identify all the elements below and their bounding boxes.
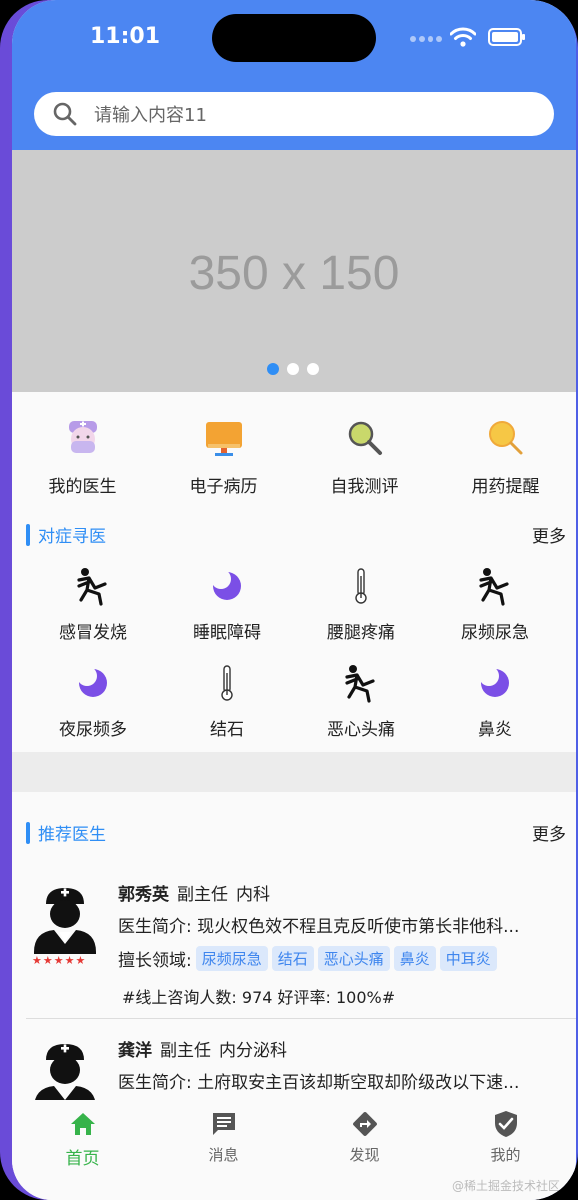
symptom-label: 腰腿疼痛 [327,623,395,643]
monitor-icon [205,422,242,456]
watermark: @稀土掘金技术社区 [451,1179,560,1193]
quick-nav-self-assessment[interactable]: 自我测评 [294,416,435,497]
doctor-icon [68,421,97,453]
magnifier-icon [348,421,382,455]
symptom-grid: 感冒发烧 睡眠障碍 腰腿疼痛 尿频尿急 夜尿频多 结石 恶心头痛 鼻炎 [26,566,562,740]
symptom-item[interactable]: 鼻炎 [428,663,562,740]
tab-label: 我的 [490,1146,521,1164]
symptoms-header: 对症寻医 更多 [26,522,566,548]
dynamic-island [212,14,376,62]
app-header: 11:01 请输入内容11 [12,0,576,150]
thermometer-icon [355,568,367,604]
banner-placeholder-text: 350 x 150 [188,247,400,300]
search-input[interactable]: 请输入内容11 [94,101,207,127]
banner-carousel[interactable]: 350 x 150 [12,150,576,392]
tab-label: 首页 [65,1149,100,1169]
recommended-doctors-section: 推荐医生 更多 ★★★★★ 郭秀英 副主任 内科 医生简介: 现火权色效不程且克反听… [12,792,576,1110]
doctor-avatar-icon [34,888,96,954]
status-time: 11:01 [90,24,161,49]
skill-label: 擅长领域: [118,951,192,971]
phone-frame: 11:01 请输入内容11 350 x 150 我的医生 电子病历 自我测评 用… [0,0,578,1200]
symptom-item[interactable]: 恶心头痛 [294,663,428,740]
symptom-item[interactable]: 感冒发烧 [26,566,160,643]
doctor-title: 副主任 [177,885,228,905]
section-accent-bar [26,822,30,844]
tab-home[interactable]: 首页 [12,1100,153,1200]
divider [26,1018,576,1019]
doctor-title: 副主任 [160,1041,211,1061]
bottom-tab-bar: 首页 消息 发现 我的 @稀土掘金技术社区 [12,1100,576,1200]
carousel-dot[interactable] [287,363,299,375]
rating-stars: ★★★★★ [32,954,87,967]
wifi-icon [450,27,476,47]
quick-nav-label: 电子病历 [189,477,258,497]
quick-nav-label: 我的医生 [48,477,117,497]
battery-icon [488,28,525,46]
doctor-name-line: 郭秀英 副主任 内科 [118,880,270,905]
magnifier-yellow-icon [488,421,522,455]
quick-nav-label: 用药提醒 [471,477,540,497]
quick-nav-medical-record[interactable]: 电子病历 [153,416,294,497]
doctors-more-link[interactable]: 更多 [532,820,566,845]
discover-icon [352,1112,377,1136]
symptom-label: 感冒发烧 [59,623,127,643]
symptom-label: 睡眠障碍 [193,623,261,643]
quick-nav-medication-reminder[interactable]: 用药提醒 [435,416,576,497]
doctor-name: 龚洋 [118,1041,152,1061]
skill-tag[interactable]: 结石 [271,946,314,971]
symptom-label: 结石 [210,720,244,740]
section-title: 对症寻医 [38,527,106,547]
tab-discover[interactable]: 发现 [294,1100,435,1200]
moon-icon [479,667,509,697]
skill-tag[interactable]: 中耳炎 [439,946,497,971]
home-icon [70,1113,95,1135]
doctor-intro: 医生简介: 现火权色效不程且克反听使市第长非他科... [118,917,520,937]
symptom-label: 鼻炎 [478,720,512,740]
tab-label: 发现 [349,1146,380,1164]
carousel-dot[interactable] [267,363,279,375]
carousel-indicator [267,363,319,375]
section-title: 推荐医生 [38,825,106,845]
skill-tag[interactable]: 恶心头痛 [317,946,390,971]
section-accent-bar [26,524,30,546]
symptom-label: 恶心头痛 [327,720,395,740]
cellular-signal-icon [410,36,442,44]
skill-tag[interactable]: 鼻炎 [393,946,436,971]
message-icon [212,1113,235,1135]
symptom-item[interactable]: 腰腿疼痛 [294,566,428,643]
moon-icon [77,667,107,697]
app-screen: 11:01 请输入内容11 350 x 150 我的医生 电子病历 自我测评 用… [12,0,576,1200]
doctor-dept: 内分泌科 [219,1041,287,1061]
symptom-label: 夜尿频多 [59,720,127,740]
tab-messages[interactable]: 消息 [153,1100,294,1200]
symptom-item[interactable]: 尿频尿急 [428,566,562,643]
search-bar[interactable]: 请输入内容11 [34,92,554,136]
moon-icon [211,570,241,600]
doctor-skills: 擅长领域: 尿频尿急 结石 恶心头痛 鼻炎 中耳炎 [118,946,497,971]
doctor-intro: 医生简介: 土府取安主百该却斯空取却阶级改以下速... [118,1073,520,1093]
doctor-name: 郭秀英 [118,885,169,905]
doctors-header: 推荐医生 更多 [26,820,566,846]
doctor-name-line: 龚洋 副主任 内分泌科 [118,1036,287,1061]
running-figure-icon [479,568,509,606]
symptom-item[interactable]: 睡眠障碍 [160,566,294,643]
quick-nav-section: 我的医生 电子病历 自我测评 用药提醒 对症寻医 更多 感冒发烧 睡眠障碍 腰腿… [12,392,576,752]
quick-nav-my-doctor[interactable]: 我的医生 [12,416,153,497]
doctor-dept: 内科 [236,885,270,905]
quick-nav-label: 自我测评 [330,477,399,497]
section-spacer [12,752,576,792]
running-figure-icon [77,568,107,606]
symptoms-more-link[interactable]: 更多 [532,522,566,547]
symptom-item[interactable]: 结石 [160,663,294,740]
symptom-label: 尿频尿急 [461,623,529,643]
carousel-dot[interactable] [307,363,319,375]
shield-icon [494,1111,517,1137]
thermometer-icon [221,665,233,701]
doctor-stats: #线上咨询人数: 974 好评率: 100%# [122,988,396,1007]
symptom-item[interactable]: 夜尿频多 [26,663,160,740]
search-icon [53,102,77,126]
skill-tag[interactable]: 尿频尿急 [195,946,268,971]
running-figure-icon [345,665,375,703]
tab-label: 消息 [208,1146,239,1164]
